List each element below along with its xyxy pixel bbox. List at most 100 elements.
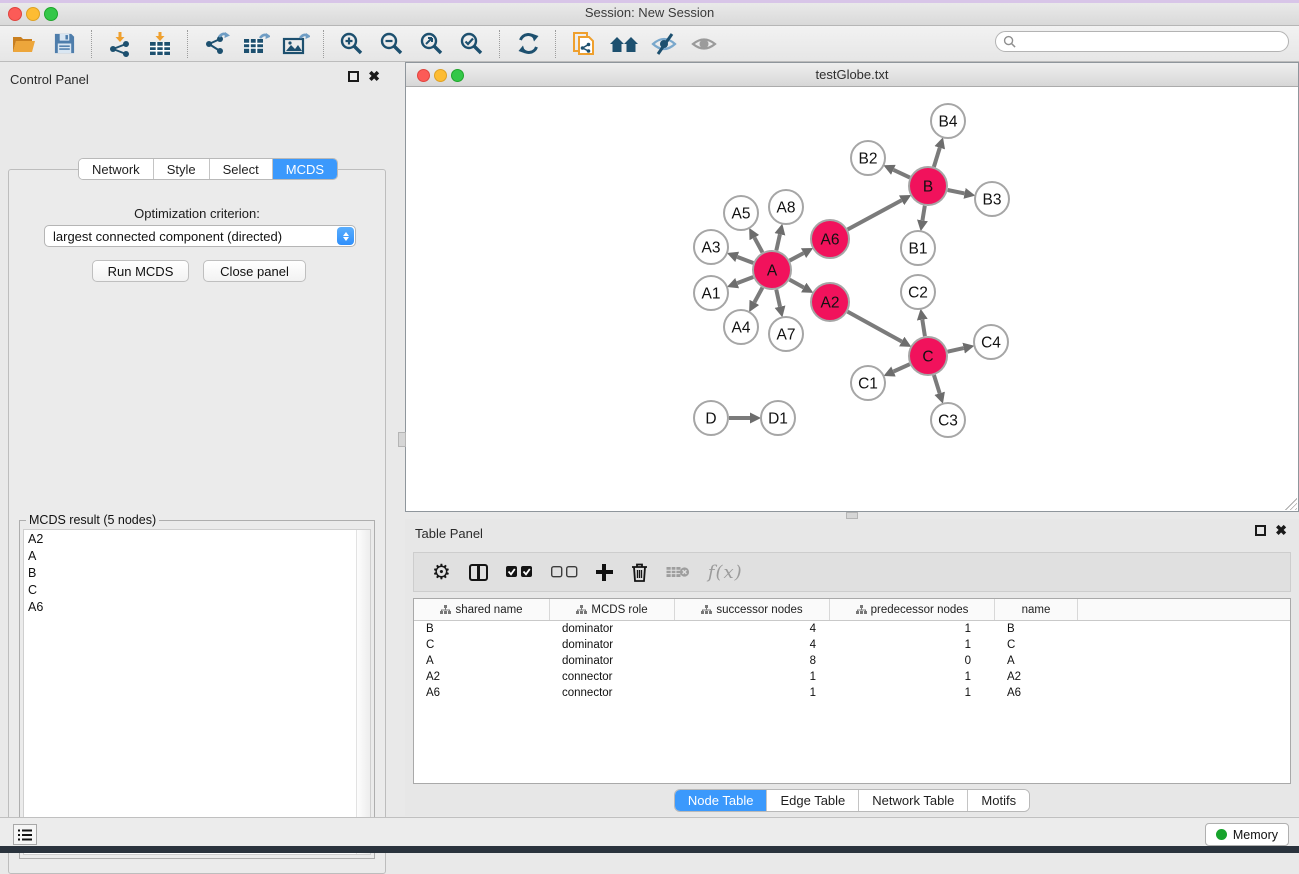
unchecked-boxes-icon[interactable]	[551, 566, 578, 578]
edge-A6-B[interactable]	[848, 200, 902, 229]
cell-successor-nodes[interactable]: 8	[675, 655, 830, 667]
node-C[interactable]: C	[909, 337, 947, 375]
gear-icon[interactable]: ⚙	[432, 562, 451, 582]
split-column-icon[interactable]	[469, 564, 488, 581]
table-row[interactable]: A2connector11A2	[414, 669, 1290, 685]
mcds-result-list[interactable]: A2ABCA6	[23, 529, 371, 855]
cell-shared-name[interactable]: C	[414, 639, 550, 651]
mcds-result-item[interactable]: B	[24, 564, 370, 581]
cell-predecessor-nodes[interactable]: 1	[830, 671, 995, 683]
optimization-criterion-select[interactable]: largest connected component (directed)	[44, 225, 356, 247]
node-C4[interactable]: C4	[974, 325, 1008, 359]
zoom-fit-icon[interactable]	[414, 28, 450, 60]
cell-mcds-role[interactable]: dominator	[550, 623, 675, 635]
tab-node-table[interactable]: Node Table	[675, 790, 768, 811]
node-C1[interactable]: C1	[851, 366, 885, 400]
edge-C-C4[interactable]	[948, 348, 964, 352]
zoom-selected-icon[interactable]	[454, 28, 490, 60]
delete-table-icon[interactable]	[666, 565, 690, 579]
cell-name[interactable]: C	[995, 639, 1078, 651]
node-A4[interactable]: A4	[724, 310, 758, 344]
close-panel-icon[interactable]: ✖	[368, 71, 380, 82]
column-header-successor-nodes[interactable]: successor nodes	[675, 599, 830, 620]
memory-button[interactable]: Memory	[1205, 823, 1289, 846]
table-row[interactable]: Bdominator41B	[414, 621, 1290, 637]
cell-successor-nodes[interactable]: 4	[675, 639, 830, 651]
table-row[interactable]: Cdominator41C	[414, 637, 1290, 653]
search-input[interactable]	[1020, 34, 1288, 50]
edge-A-A1[interactable]	[737, 277, 753, 283]
export-table-icon[interactable]	[238, 28, 274, 60]
cell-name[interactable]: A6	[995, 687, 1078, 699]
mcds-result-item[interactable]: C	[24, 581, 370, 598]
tab-select[interactable]: Select	[210, 159, 273, 179]
delete-column-icon[interactable]	[631, 563, 648, 582]
column-header-mcds-role[interactable]: MCDS role	[550, 599, 675, 620]
node-B1[interactable]: B1	[901, 231, 935, 265]
node-B4[interactable]: B4	[931, 104, 965, 138]
table-row[interactable]: A6connector11A6	[414, 685, 1290, 701]
table-row[interactable]: Adominator80A	[414, 653, 1290, 669]
zoom-out-icon[interactable]	[374, 28, 410, 60]
edge-B-B4[interactable]	[934, 148, 940, 167]
column-header-predecessor-nodes[interactable]: predecessor nodes	[830, 599, 995, 620]
export-image-icon[interactable]	[278, 28, 314, 60]
cell-predecessor-nodes[interactable]: 1	[830, 623, 995, 635]
node-C2[interactable]: C2	[901, 275, 935, 309]
show-all-icon[interactable]	[686, 28, 722, 60]
cell-shared-name[interactable]: B	[414, 623, 550, 635]
export-network-icon[interactable]	[198, 28, 234, 60]
edge-C-C2[interactable]	[922, 320, 925, 337]
node-D[interactable]: D	[694, 401, 728, 435]
node-A8[interactable]: A8	[769, 190, 803, 224]
vertical-splitter-handle[interactable]	[398, 432, 406, 447]
zoom-in-icon[interactable]	[334, 28, 370, 60]
node-table[interactable]: shared nameMCDS rolesuccessor nodesprede…	[413, 598, 1291, 784]
cell-predecessor-nodes[interactable]: 0	[830, 655, 995, 667]
edge-A2-C[interactable]	[848, 312, 902, 342]
node-A[interactable]: A	[753, 251, 791, 289]
save-session-icon[interactable]	[46, 28, 82, 60]
node-A3[interactable]: A3	[694, 230, 728, 264]
network-view-titlebar[interactable]: testGlobe.txt	[406, 63, 1298, 87]
mcds-result-scrollbar[interactable]	[356, 530, 370, 854]
mcds-result-item[interactable]: A2	[24, 530, 370, 547]
new-network-from-selection-icon[interactable]	[566, 28, 602, 60]
close-panel-icon[interactable]: ✖	[1275, 525, 1287, 536]
node-A7[interactable]: A7	[769, 317, 803, 351]
edge-A-A8[interactable]	[776, 234, 780, 250]
column-header-shared-name[interactable]: shared name	[414, 599, 550, 620]
mcds-result-item[interactable]: A	[24, 547, 370, 564]
float-panel-icon[interactable]	[348, 71, 359, 82]
cell-shared-name[interactable]: A	[414, 655, 550, 667]
edge-A-A6[interactable]	[790, 253, 804, 260]
checked-boxes-icon[interactable]	[506, 566, 533, 578]
cell-name[interactable]: B	[995, 623, 1078, 635]
tab-network[interactable]: Network	[79, 159, 154, 179]
import-table-icon[interactable]	[142, 28, 178, 60]
node-B3[interactable]: B3	[975, 182, 1009, 216]
cell-mcds-role[interactable]: dominator	[550, 639, 675, 651]
edge-B-B2[interactable]	[893, 170, 910, 178]
search-box[interactable]	[995, 31, 1289, 52]
frame-resize-grip[interactable]	[1285, 498, 1297, 510]
cell-successor-nodes[interactable]: 1	[675, 671, 830, 683]
tab-network-table[interactable]: Network Table	[859, 790, 968, 811]
cell-name[interactable]: A	[995, 655, 1078, 667]
edge-A-A3[interactable]	[737, 257, 753, 263]
close-panel-button[interactable]: Close panel	[203, 260, 306, 282]
float-panel-icon[interactable]	[1255, 525, 1266, 536]
cell-predecessor-nodes[interactable]: 1	[830, 639, 995, 651]
tab-motifs[interactable]: Motifs	[968, 790, 1029, 811]
hide-selection-icon[interactable]	[646, 28, 682, 60]
first-neighbors-icon[interactable]	[606, 28, 642, 60]
add-column-icon[interactable]	[596, 564, 613, 581]
edge-B-B1[interactable]	[922, 206, 924, 221]
edge-C-C1[interactable]	[894, 364, 910, 371]
mcds-result-item[interactable]: A6	[24, 598, 370, 615]
node-B2[interactable]: B2	[851, 141, 885, 175]
cell-successor-nodes[interactable]: 1	[675, 687, 830, 699]
tab-edge-table[interactable]: Edge Table	[767, 790, 859, 811]
cell-mcds-role[interactable]: dominator	[550, 655, 675, 667]
tab-style[interactable]: Style	[154, 159, 210, 179]
